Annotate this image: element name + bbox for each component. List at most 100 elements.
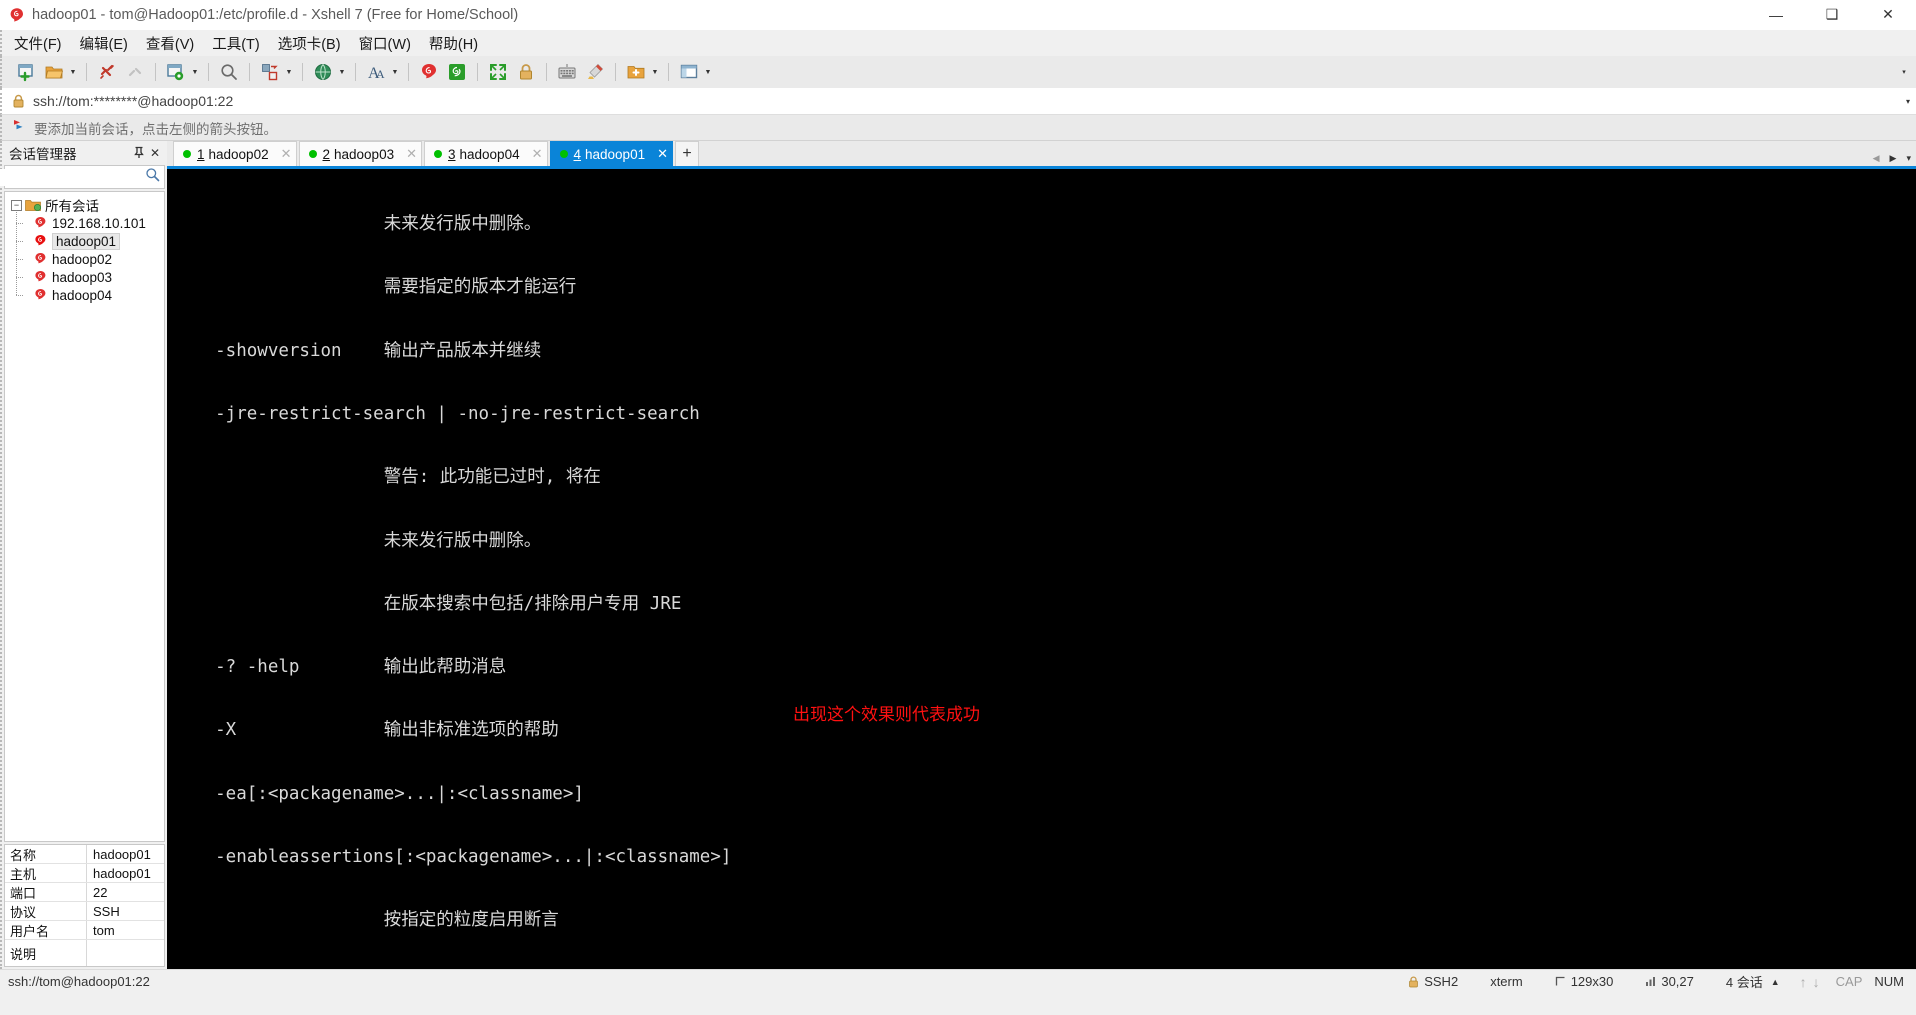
add-folder-icon[interactable]: [624, 60, 648, 84]
web-browser-dropdown-caret[interactable]: ▼: [337, 60, 347, 84]
menu-bar: 文件(F) 编辑(E) 查看(V) 工具(T) 选项卡(B) 窗口(W) 帮助(…: [0, 30, 1916, 56]
annotation-text: 出现这个效果则代表成功: [793, 705, 980, 724]
tree-node-hadoop01[interactable]: hadoop01: [5, 230, 164, 250]
session-properties-icon[interactable]: [164, 60, 188, 84]
session-manager-panel: 会话管理器 ✕ − 所有会话 192.168.10.101 hadoop01 h…: [0, 141, 167, 969]
status-sessions[interactable]: 4 会话 ▲: [1710, 972, 1796, 991]
tab-scroll-right-icon[interactable]: ▶: [1887, 153, 1900, 164]
font-icon[interactable]: A A: [364, 60, 388, 84]
session-active-icon: [32, 234, 48, 248]
svg-text:A: A: [376, 67, 385, 81]
status-sessions-label: 4 会话: [1725, 975, 1763, 990]
menu-tabs[interactable]: 选项卡(B): [278, 31, 351, 56]
open-folder-icon[interactable]: [42, 60, 66, 84]
menu-view[interactable]: 查看(V): [146, 31, 204, 56]
fullscreen-icon[interactable]: [486, 60, 510, 84]
tree-guide: [11, 230, 32, 250]
tree-node-all-sessions[interactable]: − 所有会话: [5, 196, 164, 214]
address-bar[interactable]: ssh://tom:********@hadoop01:22 ▾: [0, 88, 1916, 115]
tree-node-192-168-10-101[interactable]: 192.168.10.101: [5, 212, 164, 232]
status-cursor-position: 30,27: [1629, 974, 1710, 989]
layout-dropdown-caret[interactable]: ▼: [703, 60, 713, 84]
session-properties-dropdown-caret[interactable]: ▼: [190, 60, 200, 84]
menu-help[interactable]: 帮助(H): [429, 31, 488, 56]
tab-close-icon[interactable]: ✕: [406, 146, 417, 162]
menu-edit[interactable]: 编辑(E): [80, 31, 138, 56]
search-icon[interactable]: [217, 60, 241, 84]
close-icon[interactable]: ✕: [147, 144, 163, 162]
session-search-box[interactable]: [0, 165, 165, 189]
tree-node-hadoop03[interactable]: hadoop03: [5, 266, 164, 286]
reconnect-icon[interactable]: [95, 60, 119, 84]
terminal-line: 未来发行版中删除。: [173, 214, 542, 235]
property-key: 名称: [5, 845, 87, 863]
transfer-file-icon[interactable]: [258, 60, 282, 84]
tab-close-icon[interactable]: ✕: [657, 146, 668, 162]
tree-node-hadoop04[interactable]: hadoop04: [5, 284, 164, 304]
terminal-output: 未来发行版中删除。 需要指定的版本才能运行 -showversion 输出产品版…: [173, 172, 1916, 969]
new-session-icon[interactable]: [14, 60, 38, 84]
status-caps-lock: CAP: [1835, 974, 1863, 989]
tree-guide: [11, 284, 32, 304]
status-bar: ssh://tom@hadoop01:22 SSH2 xterm 129x30: [0, 969, 1916, 993]
title-bar: hadoop01 - tom@Hadoop01:/etc/profile.d -…: [0, 0, 1916, 30]
tree-node-label: hadoop02: [52, 251, 113, 267]
session-icon: [32, 252, 48, 266]
menu-tools[interactable]: 工具(T): [212, 31, 270, 56]
property-key: 主机: [5, 864, 87, 882]
window-controls: — ❑ ✕: [1748, 0, 1916, 30]
terminal-screen[interactable]: 未来发行版中删除。 需要指定的版本才能运行 -showversion 输出产品版…: [167, 166, 1916, 969]
open-folder-dropdown-caret[interactable]: ▼: [68, 60, 78, 84]
toolbar-separator: [86, 63, 87, 81]
tab-number: 1: [197, 146, 205, 162]
menu-window[interactable]: 窗口(W): [359, 31, 421, 56]
web-browser-icon[interactable]: [311, 60, 335, 84]
table-row: 协议 SSH: [5, 902, 164, 921]
new-tab-button[interactable]: +: [675, 141, 699, 166]
tab-close-icon[interactable]: ✕: [532, 146, 543, 162]
tab-number: 2: [322, 146, 331, 162]
toolbar-separator: [615, 63, 616, 81]
xshell-icon[interactable]: [417, 60, 441, 84]
tree-guide: [11, 266, 32, 286]
status-protocol: SSH2: [1392, 974, 1474, 989]
status-connection: ssh://tom@hadoop01:22: [8, 974, 150, 989]
search-icon[interactable]: [145, 167, 160, 187]
tab-label: hadoop03: [334, 146, 395, 162]
tree-node-label: hadoop03: [52, 269, 113, 285]
xftp-icon[interactable]: [445, 60, 469, 84]
menu-file[interactable]: 文件(F): [14, 31, 72, 56]
close-button[interactable]: ✕: [1860, 0, 1916, 30]
disconnect-icon: [123, 60, 147, 84]
highlight-icon[interactable]: [583, 60, 607, 84]
terminal-line: -showversion 输出产品版本并继续: [173, 340, 542, 361]
lock-icon[interactable]: [514, 60, 538, 84]
transfer-file-dropdown-caret[interactable]: ▼: [284, 60, 294, 84]
folder-sessions-icon: [25, 198, 41, 212]
add-folder-dropdown-caret[interactable]: ▼: [650, 60, 660, 84]
tab-scroll-left-icon[interactable]: ◀: [1870, 153, 1883, 164]
keyboard-icon[interactable]: [555, 60, 579, 84]
minimize-button[interactable]: —: [1748, 0, 1804, 30]
address-value[interactable]: ssh://tom:********@hadoop01:22: [33, 93, 233, 109]
tab-hadoop04[interactable]: 3 hadoop04 ✕: [424, 141, 548, 166]
toolbar-overflow-button[interactable]: ▾: [1896, 56, 1912, 88]
status-sessions-caret[interactable]: ▲: [1771, 977, 1780, 987]
tree-guide: [11, 212, 32, 232]
address-dropdown-caret[interactable]: ▾: [1906, 88, 1910, 115]
pin-icon[interactable]: [131, 144, 147, 162]
expander-icon[interactable]: −: [11, 199, 22, 211]
search-input[interactable]: [0, 168, 145, 186]
tree-node-hadoop02[interactable]: hadoop02: [5, 248, 164, 268]
maximize-button[interactable]: ❑: [1804, 0, 1860, 30]
font-dropdown-caret[interactable]: ▼: [390, 60, 400, 84]
tab-hadoop03[interactable]: 2 hadoop03 ✕: [298, 141, 422, 166]
tree-node-label: hadoop01: [52, 232, 121, 250]
layout-icon[interactable]: [677, 60, 701, 84]
toolbar-separator: [208, 63, 209, 81]
terminal-line: -ea[:<packagename>...|:<classname>]: [173, 783, 584, 804]
tab-hadoop02[interactable]: 1 hadoop02 ✕: [173, 141, 297, 166]
tab-menu-icon[interactable]: ▾: [1903, 153, 1914, 164]
tab-close-icon[interactable]: ✕: [281, 146, 292, 162]
tab-hadoop01[interactable]: 4 hadoop01 ✕: [549, 141, 673, 166]
